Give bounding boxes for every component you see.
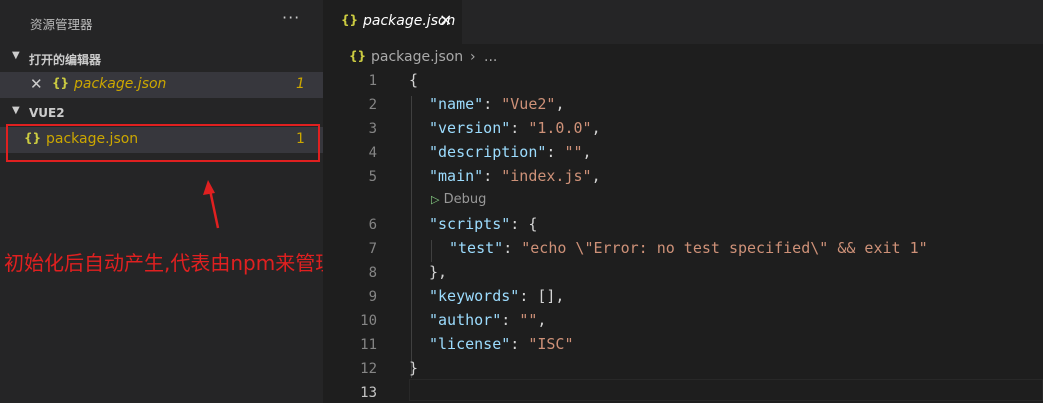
line-number: 11 xyxy=(360,337,377,353)
code-token: , xyxy=(555,95,565,113)
breadcrumb: {} package.json › ... xyxy=(323,44,1043,70)
line-number: 1 xyxy=(368,73,377,89)
code-token: "test" xyxy=(449,239,504,257)
debug-codelens-label: Debug xyxy=(443,192,487,207)
line-number: 4 xyxy=(368,145,377,161)
code-token: : xyxy=(501,311,520,329)
line-number: 5 xyxy=(368,169,377,185)
code-token: "keywords" xyxy=(429,287,520,305)
indent-guide xyxy=(411,96,412,378)
line-number: 6 xyxy=(368,217,377,233)
code-line: { xyxy=(409,71,418,89)
line-number: 13 xyxy=(360,385,377,401)
code-line: } xyxy=(409,359,418,377)
code-token: { xyxy=(409,71,419,89)
indent-guide xyxy=(431,240,432,262)
breadcrumb-separator: › xyxy=(470,49,476,65)
current-line-highlight xyxy=(409,379,1043,401)
code-token: : [], xyxy=(519,287,565,305)
explorer-sidebar: 资源管理器 ··· ▼ 打开的编辑器 ✕ {} package.json 1 ▼… xyxy=(0,0,335,403)
code-token: , xyxy=(591,119,601,137)
json-file-icon: {} xyxy=(349,49,367,63)
code-token: "scripts" xyxy=(429,215,511,233)
code-token: : xyxy=(510,335,529,353)
line-number: 10 xyxy=(360,313,377,329)
debug-codelens[interactable]: ▷ Debug xyxy=(431,192,486,207)
code-token: , xyxy=(582,143,592,161)
code-token: "index.js" xyxy=(501,167,592,185)
code-token: "" xyxy=(519,311,538,329)
code-line: "license": "ISC" xyxy=(429,335,574,353)
code-line: "main": "index.js", xyxy=(429,167,601,185)
line-number: 8 xyxy=(368,265,377,281)
code-line: }, xyxy=(429,263,447,281)
tab-package-json[interactable]: {} package.json × xyxy=(323,0,462,44)
code-token: : xyxy=(483,95,502,113)
code-token: , xyxy=(537,311,547,329)
annotation-text: 初始化后自动产生,代表由npm来管理 xyxy=(4,251,336,275)
code-token: "" xyxy=(564,143,583,161)
code-token: : xyxy=(510,119,529,137)
annotation-arrow xyxy=(203,180,220,229)
code-token: "echo \"Error: no test specified\" && ex… xyxy=(521,239,928,257)
line-number: 7 xyxy=(368,241,377,257)
editor-area: {} package.json × {} package.json › ... … xyxy=(323,0,1043,403)
code-token: "description" xyxy=(429,143,547,161)
breadcrumb-file[interactable]: package.json xyxy=(371,49,463,65)
close-icon[interactable]: × xyxy=(439,10,452,29)
code-token: "main" xyxy=(429,167,484,185)
code-token: "version" xyxy=(429,119,511,137)
code-token: : xyxy=(546,143,565,161)
play-icon: ▷ xyxy=(431,193,440,206)
code-token: "Vue2" xyxy=(501,95,556,113)
code-token: "author" xyxy=(429,311,502,329)
line-number: 2 xyxy=(368,97,377,113)
json-file-icon: {} xyxy=(341,13,359,27)
code-token: : { xyxy=(510,215,538,233)
code-token: }, xyxy=(429,263,448,281)
code-token: , xyxy=(591,167,601,185)
breadcrumb-more[interactable]: ... xyxy=(484,49,497,65)
code-token: "name" xyxy=(429,95,484,113)
code-token: : xyxy=(503,239,522,257)
code-line: "author": "", xyxy=(429,311,546,329)
code-token: } xyxy=(409,359,419,377)
tab-bar: {} package.json × xyxy=(323,0,1043,44)
code-line: "version": "1.0.0", xyxy=(429,119,601,137)
code-line: "keywords": [], xyxy=(429,287,564,305)
code-token: "license" xyxy=(429,335,511,353)
line-number: 12 xyxy=(360,361,377,377)
code-line: "scripts": { xyxy=(429,215,537,233)
code-token: : xyxy=(483,167,502,185)
code-token: "ISC" xyxy=(528,335,574,353)
code-line: "name": "Vue2", xyxy=(429,95,564,113)
code-token: "1.0.0" xyxy=(528,119,592,137)
code-line: "test": "echo \"Error: no test specified… xyxy=(449,239,928,257)
line-number: 3 xyxy=(368,121,377,137)
line-number: 9 xyxy=(368,289,377,305)
code-line: "description": "", xyxy=(429,143,592,161)
